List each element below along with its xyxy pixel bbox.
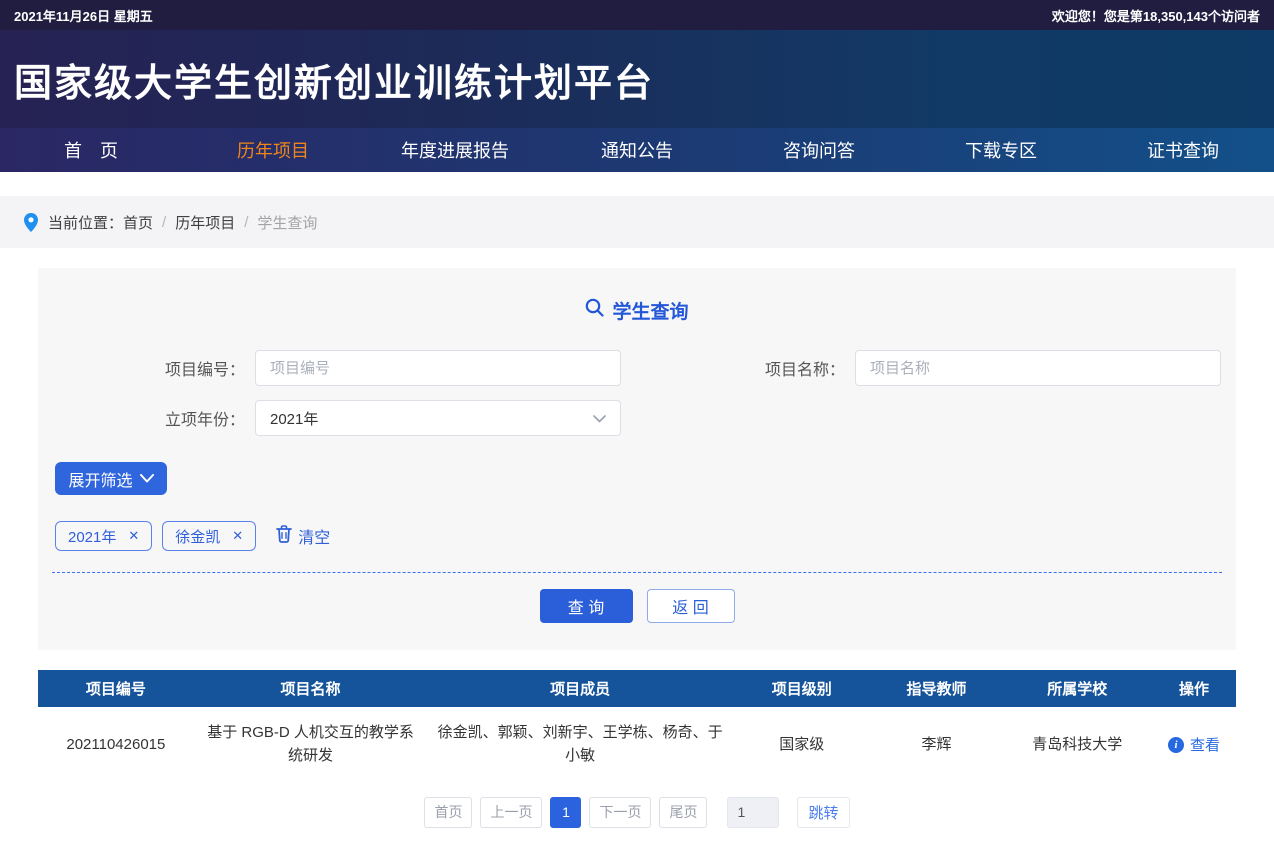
- search-icon: [585, 298, 605, 323]
- breadcrumb-student-query: 学生查询: [257, 214, 318, 232]
- expand-filters-label: 展开筛选: [68, 472, 133, 490]
- header-actions: 操作: [1152, 670, 1236, 707]
- pagination-next-button[interactable]: 下一页: [589, 796, 652, 828]
- project-name-input[interactable]: [855, 350, 1221, 386]
- year-label: 立项年份：: [164, 412, 245, 429]
- year-select-value: 2021年: [270, 410, 319, 428]
- nav-item-qa[interactable]: 咨询问答: [728, 128, 910, 172]
- cell-school: 青岛科技大学: [1002, 707, 1153, 782]
- pagination-last-button[interactable]: 尾页: [659, 796, 708, 828]
- remove-tag-icon[interactable]: ✕: [128, 528, 139, 544]
- top-bar: 2021年11月26日 星期五 欢迎您！您是第18,350,143个访问者: [0, 0, 1274, 30]
- cell-project-name: 基于 RGB-D 人机交互的教学系统研发: [193, 707, 428, 782]
- breadcrumb-home[interactable]: 首页: [123, 212, 153, 233]
- clear-filters-label: 清空: [298, 530, 331, 547]
- breadcrumb-separator: /: [244, 213, 249, 231]
- breadcrumb-separator: /: [162, 213, 167, 231]
- project-name-label: 项目名称：: [764, 362, 845, 379]
- nav-item-certificate-query[interactable]: 证书查询: [1092, 128, 1274, 172]
- cell-project-level: 国家级: [732, 707, 871, 782]
- nav-item-past-projects[interactable]: 历年项目: [182, 128, 364, 172]
- back-button[interactable]: 返 回: [646, 589, 735, 623]
- project-code-input[interactable]: [255, 350, 621, 386]
- expand-filters-button[interactable]: 展开筛选: [55, 462, 167, 495]
- nav-item-home[interactable]: 首 页: [0, 128, 182, 172]
- pagination-page-input[interactable]: [727, 796, 780, 828]
- breadcrumb: 当前位置： 首页 / 历年项目 / 学生查询: [0, 196, 1274, 248]
- header-project-level: 项目级别: [732, 670, 871, 707]
- header-school: 所属学校: [1002, 670, 1153, 707]
- cell-project-code: 202110426015: [38, 707, 194, 782]
- header-project-code: 项目编号: [38, 670, 194, 707]
- visitor-counter: 欢迎您！您是第18,350,143个访问者: [1051, 8, 1260, 24]
- nav-item-downloads[interactable]: 下载专区: [910, 128, 1092, 172]
- header-project-name: 项目名称: [193, 670, 428, 707]
- site-banner: 国家级大学生创新创业训练计划平台: [0, 30, 1274, 128]
- pagination-jump-button[interactable]: 跳转: [797, 796, 850, 828]
- view-details-link[interactable]: i 查看: [1168, 734, 1220, 757]
- table-header-row: 项目编号 项目名称 项目成员 项目级别 指导教师 所属学校 操作: [38, 670, 1236, 707]
- panel-title-text: 学生查询: [612, 301, 689, 323]
- info-icon: i: [1168, 737, 1185, 754]
- nav-item-annual-report[interactable]: 年度进展报告: [364, 128, 546, 172]
- current-date: 2021年11月26日 星期五: [14, 8, 153, 24]
- clear-filters-link[interactable]: 清空: [276, 524, 330, 548]
- pagination-first-button[interactable]: 首页: [424, 796, 473, 828]
- year-select[interactable]: 2021年: [255, 400, 621, 436]
- active-filter-tags: 2021年 ✕ 徐金凯 ✕ 清空: [55, 521, 1236, 551]
- remove-tag-icon[interactable]: ✕: [232, 528, 243, 544]
- nav-item-announcements[interactable]: 通知公告: [546, 128, 728, 172]
- cell-actions: i 查看: [1152, 707, 1236, 782]
- pagination-page-1[interactable]: 1: [550, 796, 582, 828]
- query-button[interactable]: 查 询: [539, 589, 633, 623]
- student-query-panel: 学生查询 项目编号： 项目名称： 立项年份： 2021年 展开筛选 2021年 …: [38, 268, 1236, 650]
- cell-project-members: 徐金凯、郭颖、刘新宇、王学栋、杨奇、于小敏: [427, 707, 733, 782]
- location-pin-icon: [24, 212, 38, 232]
- project-code-label: 项目编号：: [164, 362, 245, 379]
- breadcrumb-prefix: 当前位置：: [48, 214, 124, 232]
- view-details-label: 查看: [1190, 736, 1221, 754]
- main-nav: 首 页 历年项目 年度进展报告 通知公告 咨询问答 下载专区 证书查询: [0, 128, 1274, 172]
- table-row: 202110426015 基于 RGB-D 人机交互的教学系统研发 徐金凯、郭颖…: [38, 707, 1236, 782]
- filter-tag-year: 2021年 ✕: [55, 521, 153, 551]
- chevron-down-icon: [139, 470, 154, 488]
- breadcrumb-past-projects[interactable]: 历年项目: [175, 212, 235, 233]
- filter-tag-student: 徐金凯 ✕: [162, 521, 257, 551]
- filter-tag-label: 徐金凯: [175, 528, 221, 546]
- site-title: 国家级大学生创新创业训练计划平台: [14, 62, 655, 105]
- header-project-members: 项目成员: [427, 670, 733, 707]
- filter-tag-label: 2021年: [68, 528, 117, 546]
- pagination: 首页 上一页 1 下一页 尾页 跳转: [0, 796, 1274, 828]
- form-actions: 查 询 返 回: [38, 589, 1236, 623]
- pagination-prev-button[interactable]: 上一页: [480, 796, 543, 828]
- form-row-2: 立项年份： 2021年: [38, 400, 1236, 436]
- dashed-divider: [52, 572, 1222, 573]
- results-table: 项目编号 项目名称 项目成员 项目级别 指导教师 所属学校 操作 2021104…: [38, 670, 1236, 782]
- header-advisor: 指导教师: [870, 670, 1003, 707]
- panel-title: 学生查询: [38, 298, 1236, 323]
- cell-advisor: 李辉: [870, 707, 1003, 782]
- form-row-1: 项目编号： 项目名称：: [38, 350, 1236, 386]
- trash-icon: [276, 524, 293, 548]
- chevron-down-icon: [593, 410, 606, 427]
